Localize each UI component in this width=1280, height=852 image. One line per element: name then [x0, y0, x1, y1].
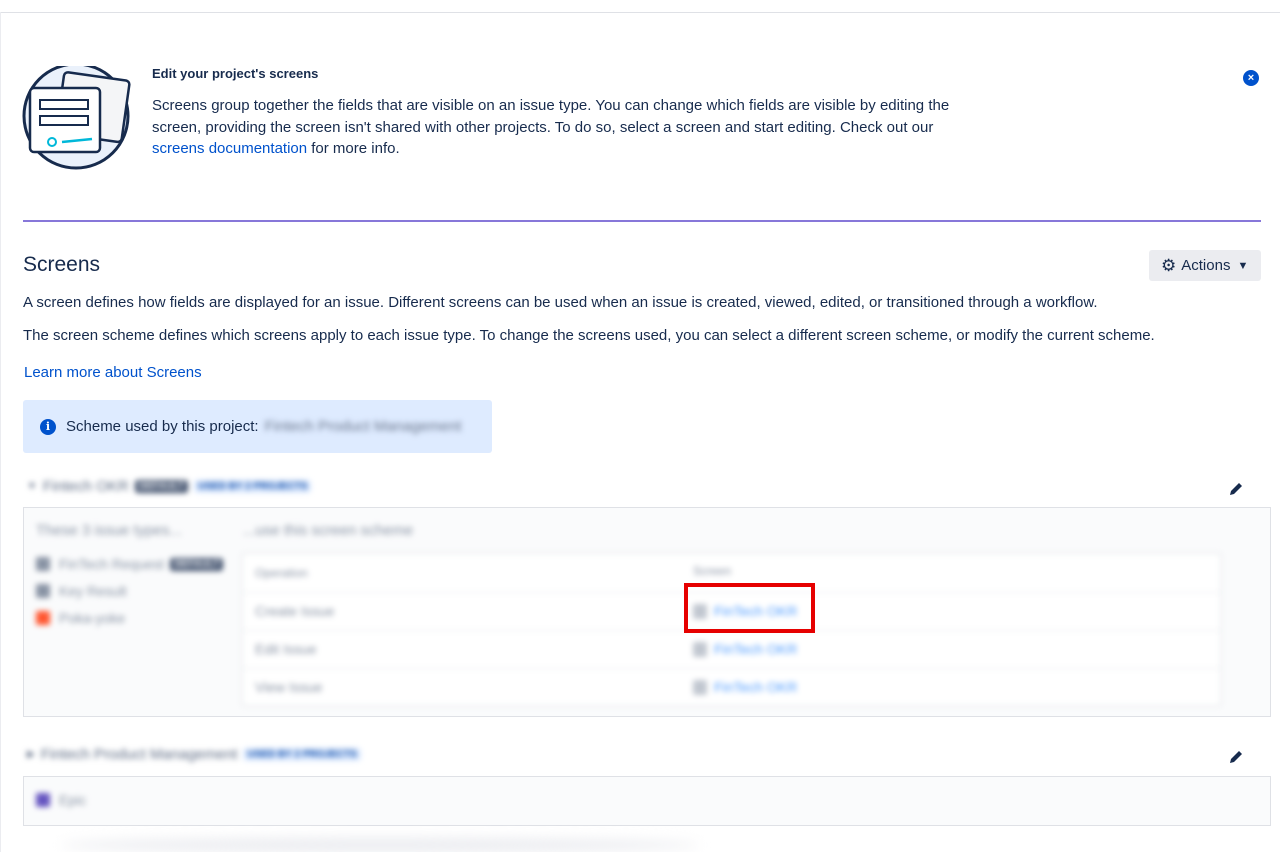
issue-type-item: FinTech Request DEFAULT [36, 556, 224, 572]
learn-more-link[interactable]: Learn more about Screens [24, 364, 202, 381]
operation-cell: View Issue [255, 679, 323, 695]
scheme-used-label: Scheme used by this project: [66, 418, 259, 435]
epic-icon [36, 793, 50, 807]
section-divider [23, 220, 1261, 222]
bottom-shadow [60, 838, 700, 852]
screen-link-label: FinTech OKR [714, 641, 798, 657]
screens-illustration-icon [22, 66, 131, 170]
scheme-info-banner: i Scheme used by this project: Fintech P… [23, 400, 492, 453]
gear-icon: ⚙ [1161, 256, 1177, 275]
issue-type-icon [36, 611, 50, 625]
intro-body-suffix: for more info. [307, 140, 400, 157]
issue-types-title: These 3 issue types... [36, 522, 182, 539]
screens-description-1: A screen defines how fields are displaye… [23, 294, 1098, 311]
highlight-annotation-box [684, 583, 815, 633]
used-by-badge[interactable]: USED BY 2 PROJECTS [194, 480, 312, 493]
table-row: View Issue FinTech OKR [243, 668, 1220, 706]
issue-type-item: Epic [36, 792, 86, 808]
scheme-name: Fintech OKR [42, 478, 129, 495]
screens-description-2: The screen scheme defines which screens … [23, 327, 1155, 344]
scheme-panel-fintech-okr: These 3 issue types... ...use this scree… [23, 507, 1271, 717]
close-icon[interactable]: × [1243, 70, 1259, 86]
issue-type-label: Poka-yoke [59, 610, 126, 626]
issue-type-item: Poka-yoke [36, 610, 125, 626]
issue-type-icon [36, 557, 50, 571]
intro-title: Edit your project's screens [152, 66, 319, 81]
issue-type-icon [36, 584, 50, 598]
scheme-header-fintech-okr[interactable]: ▼ Fintech OKR DEFAULT USED BY 2 PROJECTS [27, 478, 312, 495]
expand-icon[interactable]: ▶ [27, 749, 35, 760]
screen-scheme-title: ...use this screen scheme [243, 522, 414, 539]
intro-body-text: Screens group together the fields that a… [152, 97, 950, 136]
default-badge: DEFAULT [170, 557, 224, 571]
intro-body: Screens group together the fields that a… [152, 95, 972, 160]
issue-type-label: Epic [59, 792, 87, 808]
screen-link-label: FinTech OKR [714, 679, 798, 695]
scheme-used-link[interactable]: Fintech Product Management [265, 418, 462, 435]
chevron-down-icon: ▼ [1237, 259, 1249, 272]
actions-label: Actions [1181, 257, 1231, 274]
issue-type-item: Key Result [36, 583, 127, 599]
screens-documentation-link[interactable]: screens documentation [152, 140, 307, 157]
default-badge: DEFAULT [134, 480, 189, 493]
info-icon: i [40, 418, 56, 435]
operation-cell: Edit Issue [255, 641, 317, 657]
used-by-badge[interactable]: USED BY 2 PROJECTS [243, 748, 361, 761]
screen-icon [693, 679, 707, 695]
issue-type-label: FinTech Request [59, 556, 165, 572]
operation-cell: Create Issue [255, 603, 335, 619]
page-title: Screens [23, 253, 101, 276]
scheme-panel-fintech-product-management: Epic [23, 776, 1271, 826]
screen-icon [693, 641, 707, 657]
table-row: Edit Issue FinTech OKR [243, 630, 1220, 668]
screen-link[interactable]: FinTech OKR [693, 679, 797, 695]
scheme-header-fintech-product-management[interactable]: ▶ Fintech Product Management USED BY 2 P… [27, 746, 361, 763]
scheme-name: Fintech Product Management [40, 746, 238, 763]
actions-button[interactable]: ⚙ Actions ▼ [1149, 250, 1261, 281]
operation-header: Operation [255, 566, 308, 580]
left-border [0, 12, 1, 852]
collapse-icon[interactable]: ▼ [27, 481, 37, 492]
screen-link[interactable]: FinTech OKR [693, 641, 797, 657]
screen-header: Screen [693, 564, 732, 578]
edit-pencil-icon[interactable] [1228, 749, 1244, 765]
top-border [0, 12, 1280, 13]
edit-pencil-icon[interactable] [1228, 481, 1244, 497]
issue-type-label: Key Result [59, 583, 127, 599]
